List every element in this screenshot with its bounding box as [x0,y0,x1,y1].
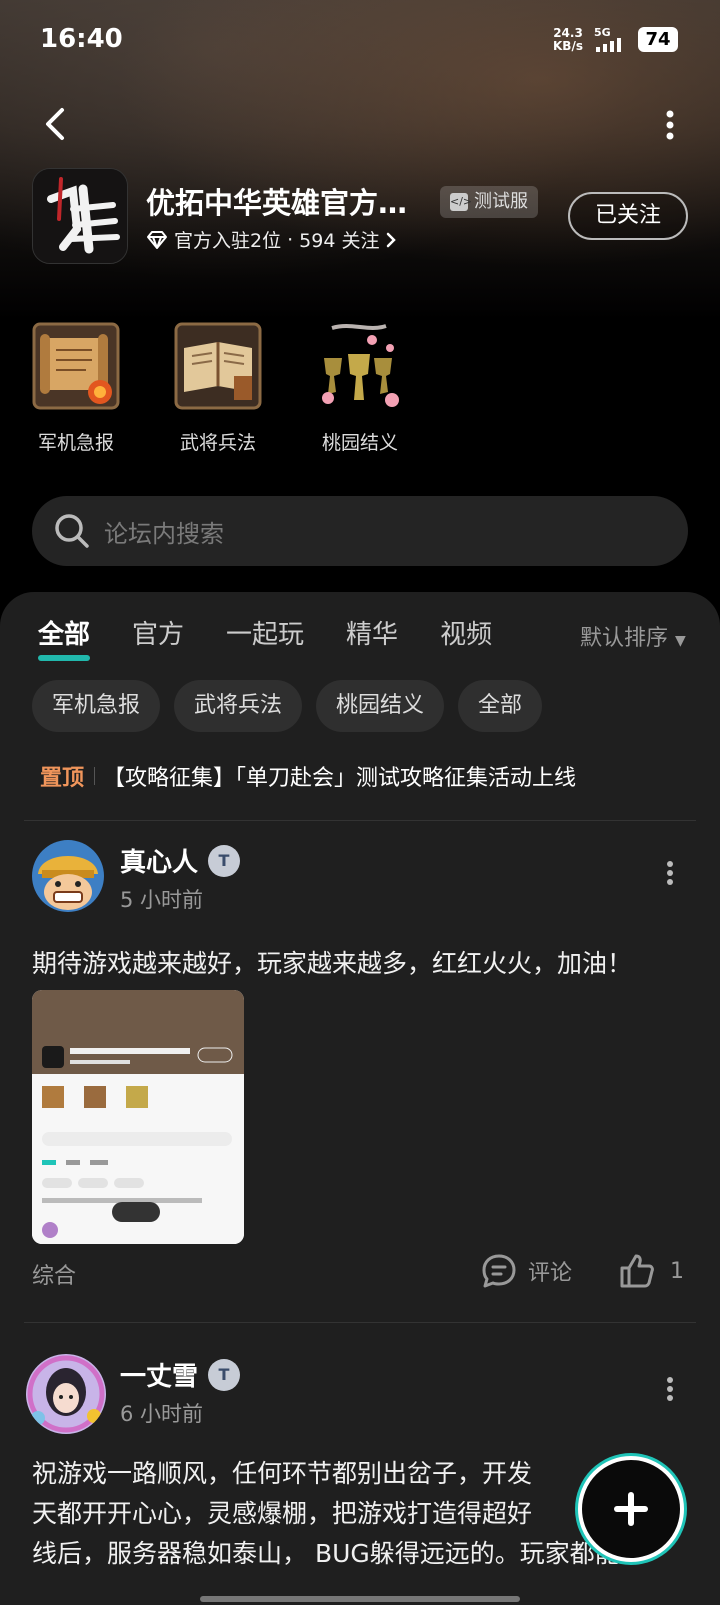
forum-shortcuts: 军机急报 武将兵法 桃园结义 [28,318,408,455]
avatar[interactable] [32,840,104,912]
forum-tabs: 全部 官方 一起玩 精华 视频 [38,614,534,661]
tab-video[interactable]: 视频 [440,614,492,659]
server-badge-label: 测试服 [474,191,528,212]
network-speed: 24.3 KB/s [553,27,583,53]
avatar-image [26,1354,106,1434]
vertical-dots-icon [667,1377,673,1401]
screenshot-thumbnail [32,990,244,1244]
caret-down-icon: ▼ [675,633,686,649]
post-category[interactable]: 综合 [32,1258,76,1290]
user-level-badge: T [208,844,241,877]
chip-general-tactics[interactable]: 武将兵法 [174,680,303,732]
shortcut-label: 武将兵法 [179,432,256,454]
shortcut-military-report[interactable]: 军机急报 [28,318,124,455]
home-indicator[interactable] [200,1596,520,1602]
goblets-icon [322,324,399,407]
forum-search-input[interactable]: 论坛内搜索 [32,496,688,566]
signal-icon [596,38,621,52]
create-post-button[interactable] [578,1456,684,1562]
post-more-button[interactable] [666,1376,674,1402]
tab-all[interactable]: 全部 [38,614,91,661]
network-speed-unit: KB/s [553,39,583,53]
back-arrow-icon [46,108,64,140]
diamond-icon [147,230,167,249]
game-title: 优拓中华英雄官方… [146,186,408,220]
divider [24,1322,696,1323]
like-count: 1 [670,1258,684,1284]
scroll-icon [32,322,120,410]
meta-dot: · [287,228,294,251]
vertical-dots-icon [666,110,674,140]
more-options-button[interactable] [660,108,680,142]
post-author: 真心人 T [120,842,241,879]
follower-count: 594 关注 [299,230,380,252]
code-icon: </> [450,193,472,211]
post-content: 期待游戏越来越好，玩家越来越多，红红火火，加油！ [32,949,633,978]
pinned-title: 【攻略征集】「单刀赴会」测试攻略征集活动上线 [103,766,577,791]
post-footer: 综合 评论 1 [32,1252,688,1292]
chip-peach-garden[interactable]: 桃园结义 [316,680,445,732]
shortcut-label: 军机急报 [37,432,114,454]
pinned-separator [94,767,96,785]
search-icon [55,514,89,548]
sort-label: 默认排序 [580,626,669,651]
category-chips: 军机急报 武将兵法 桃园结义 全部 [32,680,543,732]
post-image[interactable] [32,990,244,1244]
game-logo[interactable] [32,168,128,264]
chevron-right-icon [387,232,397,247]
divider [24,820,696,821]
forum-panel: 全部 官方 一起玩 精华 视频 默认排序 ▼ 军机急报 武将兵法 桃园结义 全部… [0,592,720,1605]
author-name: 一丈雪 [120,1362,199,1392]
avatar-image [32,840,104,912]
vertical-dots-icon [667,861,673,885]
pinned-tag: 置顶 [40,766,85,791]
post-time: 5 小时前 [120,888,204,912]
comment-icon [482,1254,516,1288]
back-button[interactable] [38,104,78,144]
shortcut-label: 桃园结义 [321,432,398,454]
avatar[interactable] [26,1354,106,1434]
battery-icon: 74 [638,27,678,52]
chip-military-report[interactable]: 军机急报 [32,680,161,732]
tab-play-together[interactable]: 一起玩 [226,614,304,659]
pinned-post[interactable]: 置顶 【攻略征集】「单刀赴会」测试攻略征集活动上线 [40,760,576,792]
shortcut-general-tactics[interactable]: 武将兵法 [170,318,266,455]
server-badge: </> 测试服 [440,186,538,218]
chip-all[interactable]: 全部 [458,680,543,732]
author-name: 真心人 [120,848,199,878]
game-logo-mark [33,169,127,263]
shortcut-peach-garden[interactable]: 桃园结义 [312,318,408,455]
status-time: 16:40 [40,24,123,54]
thumbs-up-icon [620,1254,654,1288]
tab-official[interactable]: 官方 [132,614,184,659]
follow-button[interactable]: 已关注 [568,192,688,240]
post-time: 6 小时前 [120,1402,204,1426]
post-more-button[interactable] [666,860,674,886]
comment-button[interactable]: 评论 [480,1252,572,1290]
like-button[interactable]: 1 [618,1252,684,1290]
search-placeholder: 论坛内搜索 [104,519,224,548]
user-level-badge: T [208,1358,241,1391]
tab-featured[interactable]: 精华 [346,614,398,659]
status-bar: 16:40 24.3 KB/s 5G 74 [0,0,720,80]
post-author: 一丈雪 T [120,1356,241,1393]
book-icon [174,322,262,410]
comment-label: 评论 [528,1261,573,1286]
forum-meta[interactable]: 官方入驻2位 · 594 关注 [146,226,397,253]
plus-icon-vertical [628,1492,634,1526]
sort-dropdown[interactable]: 默认排序 ▼ [580,620,686,652]
official-rank: 官方入驻2位 [174,230,282,252]
